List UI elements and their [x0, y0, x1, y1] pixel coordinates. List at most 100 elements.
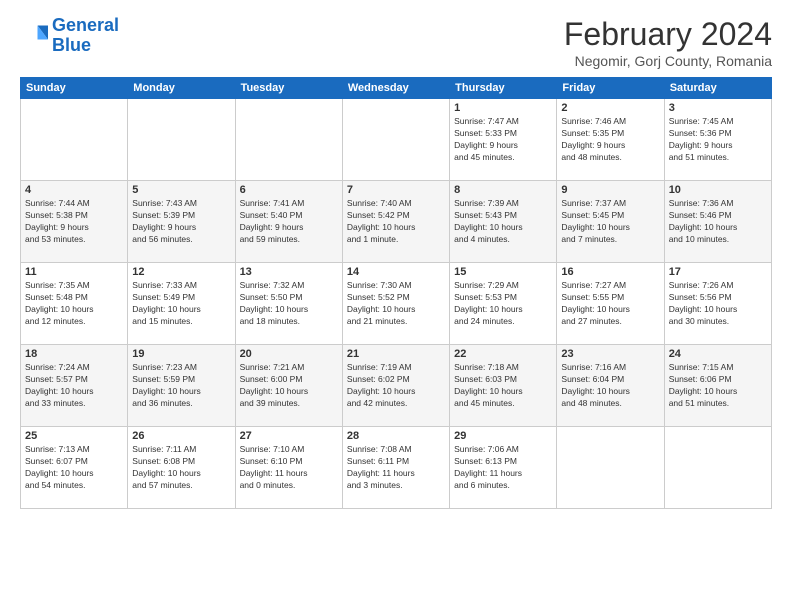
- calendar-table: SundayMondayTuesdayWednesdayThursdayFrid…: [20, 77, 772, 509]
- calendar-cell: 25Sunrise: 7:13 AMSunset: 6:07 PMDayligh…: [21, 427, 128, 509]
- day-info: Sunrise: 7:43 AMSunset: 5:39 PMDaylight:…: [132, 198, 230, 246]
- calendar-cell: [235, 99, 342, 181]
- day-info: Sunrise: 7:27 AMSunset: 5:55 PMDaylight:…: [561, 280, 659, 328]
- calendar-cell: 8 Sunrise: 7:39 AMSunset: 5:43 PMDaylight…: [450, 181, 557, 263]
- calendar-week-1: 4 Sunrise: 7:44 AMSunset: 5:38 PMDaylight…: [21, 181, 772, 263]
- calendar-cell: 18 Sunrise: 7:24 AMSunset: 5:57 PMDayligh…: [21, 345, 128, 427]
- calendar-cell: 20Sunrise: 7:21 AMSunset: 6:00 PMDayligh…: [235, 345, 342, 427]
- calendar-week-4: 25Sunrise: 7:13 AMSunset: 6:07 PMDayligh…: [21, 427, 772, 509]
- day-info: Sunrise: 7:23 AMSunset: 5:59 PMDaylight:…: [132, 362, 230, 410]
- day-info: Sunrise: 7:30 AMSunset: 5:52 PMDaylight:…: [347, 280, 445, 328]
- calendar-cell: 10 Sunrise: 7:36 AMSunset: 5:46 PMDayligh…: [664, 181, 771, 263]
- day-number: 10: [669, 184, 767, 196]
- day-number: 28: [347, 430, 445, 442]
- logo: General Blue: [20, 16, 119, 56]
- calendar-cell: 12 Sunrise: 7:33 AMSunset: 5:49 PMDayligh…: [128, 263, 235, 345]
- title-area: February 2024 Negomir, Gorj County, Roma…: [564, 16, 772, 69]
- day-number: 14: [347, 266, 445, 278]
- day-info: Sunrise: 7:33 AMSunset: 5:49 PMDaylight:…: [132, 280, 230, 328]
- header-cell-wednesday: Wednesday: [342, 78, 449, 99]
- calendar-cell: 29 Sunrise: 7:06 AMSunset: 6:13 PMDayligh…: [450, 427, 557, 509]
- day-info: Sunrise: 7:39 AMSunset: 5:43 PMDaylight:…: [454, 198, 552, 246]
- day-info: Sunrise: 7:19 AMSunset: 6:02 PMDaylight:…: [347, 362, 445, 410]
- logo-text: General Blue: [52, 16, 119, 56]
- day-number: 23: [561, 348, 659, 360]
- day-number: 11: [25, 266, 123, 278]
- day-info: Sunrise: 7:16 AMSunset: 6:04 PMDaylight:…: [561, 362, 659, 410]
- day-number: 4: [25, 184, 123, 196]
- day-number: 2: [561, 102, 659, 114]
- day-info: Sunrise: 7:32 AMSunset: 5:50 PMDaylight:…: [240, 280, 338, 328]
- calendar-subtitle: Negomir, Gorj County, Romania: [564, 53, 772, 69]
- day-number: 24: [669, 348, 767, 360]
- calendar-cell: 27 Sunrise: 7:10 AMSunset: 6:10 PMDayligh…: [235, 427, 342, 509]
- day-number: 8: [454, 184, 552, 196]
- day-number: 17: [669, 266, 767, 278]
- day-info: Sunrise: 7:29 AMSunset: 5:53 PMDaylight:…: [454, 280, 552, 328]
- header: General Blue February 2024 Negomir, Gorj…: [20, 16, 772, 69]
- page: General Blue February 2024 Negomir, Gorj…: [0, 0, 792, 519]
- header-cell-thursday: Thursday: [450, 78, 557, 99]
- calendar-cell: 13 Sunrise: 7:32 AMSunset: 5:50 PMDayligh…: [235, 263, 342, 345]
- day-info: Sunrise: 7:35 AMSunset: 5:48 PMDaylight:…: [25, 280, 123, 328]
- calendar-cell: 6Sunrise: 7:41 AMSunset: 5:40 PMDaylight…: [235, 181, 342, 263]
- header-cell-friday: Friday: [557, 78, 664, 99]
- day-info: Sunrise: 7:44 AMSunset: 5:38 PMDaylight:…: [25, 198, 123, 246]
- calendar-cell: 23 Sunrise: 7:16 AMSunset: 6:04 PMDayligh…: [557, 345, 664, 427]
- calendar-cell: [664, 427, 771, 509]
- day-info: Sunrise: 7:40 AMSunset: 5:42 PMDaylight:…: [347, 198, 445, 246]
- calendar-cell: 19 Sunrise: 7:23 AMSunset: 5:59 PMDayligh…: [128, 345, 235, 427]
- header-cell-sunday: Sunday: [21, 78, 128, 99]
- day-number: 29: [454, 430, 552, 442]
- calendar-title: February 2024: [564, 16, 772, 53]
- calendar-cell: 5 Sunrise: 7:43 AMSunset: 5:39 PMDaylight…: [128, 181, 235, 263]
- day-number: 22: [454, 348, 552, 360]
- day-number: 6: [240, 184, 338, 196]
- day-number: 9: [561, 184, 659, 196]
- day-info: Sunrise: 7:46 AMSunset: 5:35 PMDaylight:…: [561, 116, 659, 164]
- day-number: 15: [454, 266, 552, 278]
- day-number: 18: [25, 348, 123, 360]
- day-number: 16: [561, 266, 659, 278]
- day-number: 5: [132, 184, 230, 196]
- day-info: Sunrise: 7:11 AMSunset: 6:08 PMDaylight:…: [132, 444, 230, 492]
- day-number: 21: [347, 348, 445, 360]
- header-cell-saturday: Saturday: [664, 78, 771, 99]
- calendar-cell: 7Sunrise: 7:40 AMSunset: 5:42 PMDaylight…: [342, 181, 449, 263]
- calendar-cell: 22Sunrise: 7:18 AMSunset: 6:03 PMDayligh…: [450, 345, 557, 427]
- calendar-cell: [342, 99, 449, 181]
- day-number: 3: [669, 102, 767, 114]
- day-info: Sunrise: 7:47 AMSunset: 5:33 PMDaylight:…: [454, 116, 552, 164]
- calendar-cell: 2 Sunrise: 7:46 AMSunset: 5:35 PMDaylight…: [557, 99, 664, 181]
- logo-line1: General: [52, 15, 119, 35]
- calendar-cell: 21 Sunrise: 7:19 AMSunset: 6:02 PMDayligh…: [342, 345, 449, 427]
- calendar-week-2: 11 Sunrise: 7:35 AMSunset: 5:48 PMDayligh…: [21, 263, 772, 345]
- calendar-cell: [128, 99, 235, 181]
- calendar-cell: 14 Sunrise: 7:30 AMSunset: 5:52 PMDayligh…: [342, 263, 449, 345]
- day-number: 13: [240, 266, 338, 278]
- day-info: Sunrise: 7:15 AMSunset: 6:06 PMDaylight:…: [669, 362, 767, 410]
- calendar-header: SundayMondayTuesdayWednesdayThursdayFrid…: [21, 78, 772, 99]
- calendar-cell: 15 Sunrise: 7:29 AMSunset: 5:53 PMDayligh…: [450, 263, 557, 345]
- calendar-week-3: 18 Sunrise: 7:24 AMSunset: 5:57 PMDayligh…: [21, 345, 772, 427]
- day-info: Sunrise: 7:08 AMSunset: 6:11 PMDaylight:…: [347, 444, 445, 492]
- calendar-cell: 17Sunrise: 7:26 AMSunset: 5:56 PMDayligh…: [664, 263, 771, 345]
- calendar-week-0: 1Sunrise: 7:47 AMSunset: 5:33 PMDaylight…: [21, 99, 772, 181]
- day-info: Sunrise: 7:36 AMSunset: 5:46 PMDaylight:…: [669, 198, 767, 246]
- calendar-cell: 4 Sunrise: 7:44 AMSunset: 5:38 PMDaylight…: [21, 181, 128, 263]
- calendar-cell: 26Sunrise: 7:11 AMSunset: 6:08 PMDayligh…: [128, 427, 235, 509]
- day-number: 12: [132, 266, 230, 278]
- header-cell-monday: Monday: [128, 78, 235, 99]
- day-number: 19: [132, 348, 230, 360]
- calendar-cell: 1Sunrise: 7:47 AMSunset: 5:33 PMDaylight…: [450, 99, 557, 181]
- day-number: 27: [240, 430, 338, 442]
- calendar-cell: 3Sunrise: 7:45 AMSunset: 5:36 PMDaylight…: [664, 99, 771, 181]
- day-number: 25: [25, 430, 123, 442]
- calendar-cell: 28 Sunrise: 7:08 AMSunset: 6:11 PMDayligh…: [342, 427, 449, 509]
- header-row: SundayMondayTuesdayWednesdayThursdayFrid…: [21, 78, 772, 99]
- day-info: Sunrise: 7:24 AMSunset: 5:57 PMDaylight:…: [25, 362, 123, 410]
- logo-icon: [20, 22, 48, 50]
- day-info: Sunrise: 7:06 AMSunset: 6:13 PMDaylight:…: [454, 444, 552, 492]
- day-info: Sunrise: 7:10 AMSunset: 6:10 PMDaylight:…: [240, 444, 338, 492]
- calendar-cell: 11 Sunrise: 7:35 AMSunset: 5:48 PMDayligh…: [21, 263, 128, 345]
